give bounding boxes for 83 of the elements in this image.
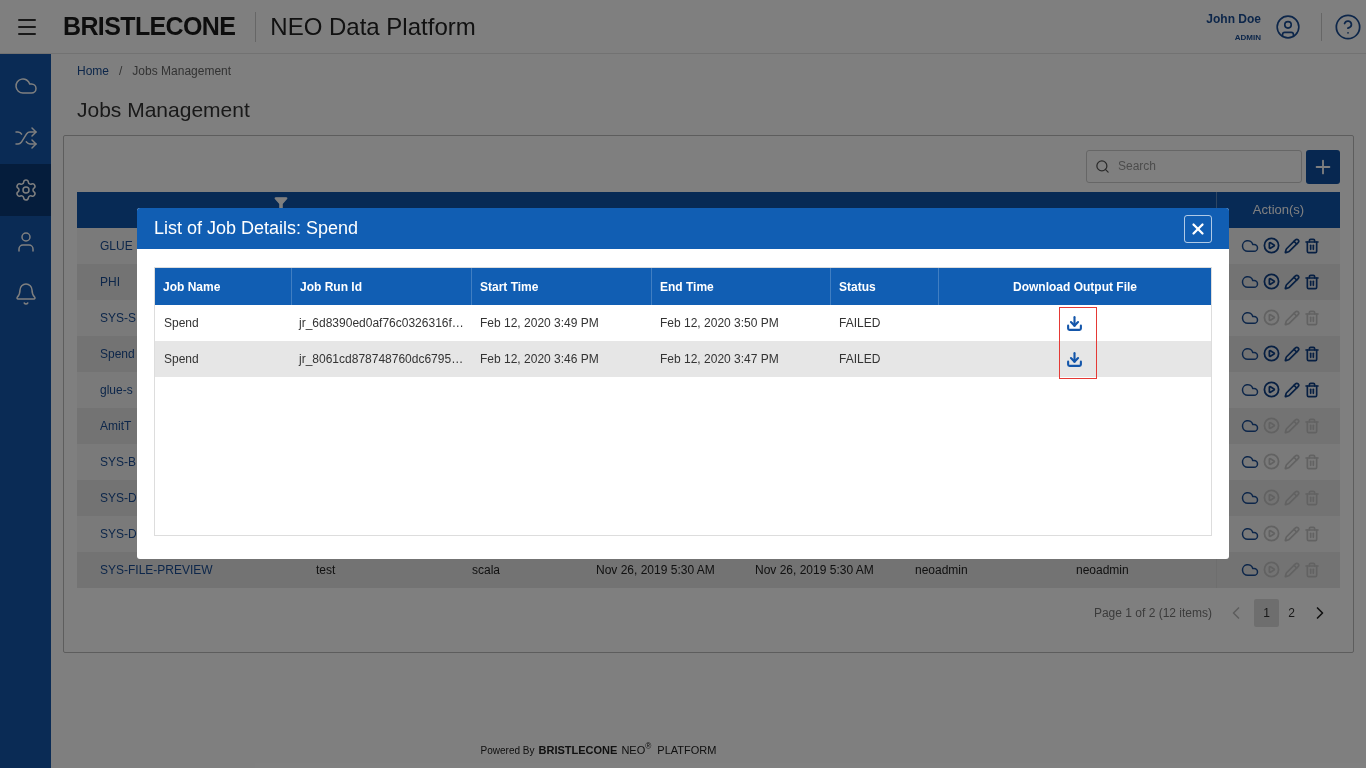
close-button[interactable] [1184,214,1212,243]
edit-icon [1284,381,1300,398]
add-button[interactable] [1306,149,1340,184]
play-icon [1263,345,1280,362]
table-cell: Spend [164,316,199,330]
user-role: ADMIN [1234,31,1261,44]
table-cell: neoadmin [1076,562,1129,577]
table-cell: PHI [100,274,120,289]
delete-icon [1304,273,1320,290]
column-header: Job Name [163,278,221,296]
column-header: Download Output File [1013,278,1137,296]
table-cell: Spend [164,352,199,366]
play-icon [1263,381,1280,398]
table-cell: AmitT [100,418,132,433]
highlight-box [1059,307,1097,379]
breadcrumb-separator: / [119,63,123,80]
table-cell: Feb 12, 2020 3:47 PM [660,352,779,366]
table-cell: Feb 12, 2020 3:46 PM [480,352,599,366]
table-cell: jr_6d8390ed0af76c0326316f… [299,316,464,330]
table-cell: Feb 12, 2020 3:49 PM [480,316,599,330]
table-cell: SYS-FILE-PREVIEW [100,562,213,577]
edit-icon [1284,345,1300,362]
delete-icon [1304,237,1320,254]
edit-icon [1284,525,1300,542]
delete-icon [1304,309,1320,326]
table-cell: Feb 12, 2020 3:50 PM [660,316,779,330]
filter-icon[interactable] [274,195,288,210]
powered-by-text: Powered By [480,744,535,758]
logo: BRISTLECONE [63,10,236,42]
help-icon[interactable] [1334,12,1362,41]
footer-logo: BRISTLECONE [538,742,618,758]
shuffle-icon [13,126,38,150]
delete-icon [1304,345,1320,362]
delete-icon [1304,525,1320,542]
table-cell: SYS-S [100,310,136,325]
play-icon [1263,525,1280,542]
table-cell: Spend [100,346,135,361]
user-name: John Doe [1206,10,1261,28]
column-header: Action(s) [1252,200,1305,219]
app-title: NEO Data Platform [270,11,476,42]
play-icon [1263,237,1280,254]
table-cell: test [316,562,336,577]
column-header: Start Time [480,278,539,296]
play-icon [1263,309,1280,326]
table-cell: Nov 26, 2019 5:30 AM [596,562,715,577]
table-cell: SYS-B [100,454,136,469]
table-cell: FAILED [839,352,881,366]
dialog-title: List of Job Details: Spend [154,217,359,240]
delete-icon [1304,453,1320,470]
column-header: Status [839,278,876,296]
search-icon [1095,158,1110,174]
page-button[interactable]: 2 [1279,598,1304,627]
table-cell: neoadmin [915,562,968,577]
page-button[interactable]: 1 [1254,598,1279,627]
sidebar-item[interactable] [0,164,51,216]
download-icon[interactable] [1066,350,1083,368]
table-cell: SYS-D [100,526,137,541]
edit-icon [1284,273,1300,290]
table-cell: SYS-D [100,490,137,505]
table-cell: Nov 26, 2019 5:30 AM [755,562,874,577]
table-cell: glue-s [100,382,133,397]
breadcrumb-link[interactable]: Home [77,62,109,80]
bell-icon [13,282,38,306]
download-icon[interactable] [1066,314,1083,332]
table-cell: jr_8061cd878748760dc6795… [299,352,464,366]
table-cell: FAILED [839,316,881,330]
play-icon [1263,273,1280,290]
edit-icon [1284,453,1300,470]
table-cell: scala [472,562,500,577]
column-header: Job Run Id [300,278,362,296]
play-icon [1263,453,1280,470]
page-title: Jobs Management [77,97,251,123]
delete-icon [1304,381,1320,398]
table-cell: GLUE [100,238,133,253]
settings-icon [13,178,38,202]
column-header: End Time [660,278,714,296]
edit-icon [1284,237,1300,254]
user-avatar-icon[interactable] [1275,13,1301,40]
product-name: NEO$^{®}$ [621,741,652,758]
breadcrumb-current: Jobs Management [132,63,232,80]
edit-icon [1284,309,1300,326]
platform-text: PLATFORM [657,742,717,758]
page-summary: Page 1 of 2 (12 items) [1093,604,1212,622]
